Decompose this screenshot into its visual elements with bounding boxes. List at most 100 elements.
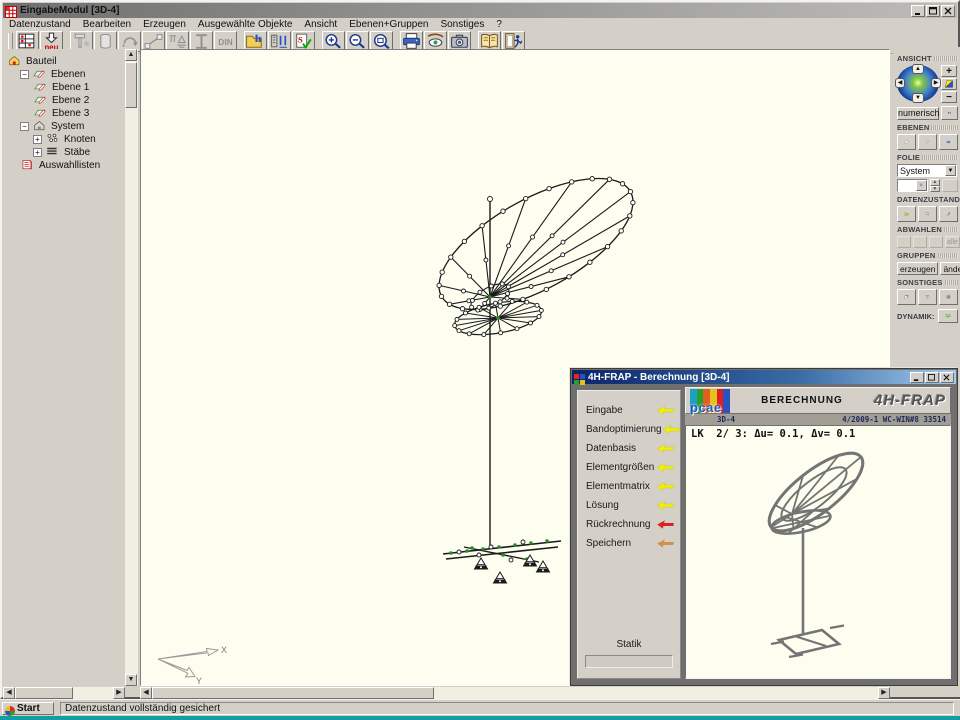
- contrast-button[interactable]: [941, 78, 957, 90]
- toolbar-grip[interactable]: [8, 33, 13, 51]
- folie-spinner[interactable]: ▲▼: [930, 179, 940, 192]
- canvas-horizontal-scrollbar[interactable]: ◀ ▶: [140, 687, 890, 699]
- brush-icon: [946, 208, 951, 220]
- menu-ansicht[interactable]: Ansicht: [298, 19, 343, 30]
- tree-item-label: Ebene 1: [52, 82, 89, 93]
- rotate-right-button[interactable]: ▶: [931, 78, 941, 88]
- minimize-button[interactable]: [911, 5, 925, 17]
- scroll-up-arrow[interactable]: ▲: [125, 49, 137, 61]
- load-state-button[interactable]: [897, 206, 916, 222]
- calc-step-rückrechnung: Rückrechnung: [578, 515, 680, 534]
- app-icon: [5, 5, 17, 17]
- tree-item-bauteil[interactable]: Bauteil: [3, 55, 125, 68]
- tree-panel: Bauteil − Ebenen Ebene 1Ebene 2Ebene 3−Syst…: [3, 49, 125, 686]
- version-strip: 3D-4 4/2009-1 WC-WIN#8 33514: [685, 414, 951, 425]
- expand-icon[interactable]: +: [33, 148, 42, 157]
- expand-icon[interactable]: +: [33, 135, 42, 144]
- clipboard-button[interactable]: [897, 289, 916, 305]
- zoom-minus-button[interactable]: −: [941, 91, 957, 103]
- liste-icon: [20, 159, 36, 172]
- rotate-down-button[interactable]: ▼: [912, 93, 924, 103]
- scroll-thumb[interactable]: [152, 687, 434, 699]
- dialog-titlebar[interactable]: 4H-FRAP - Berechnung [3D-4]: [572, 370, 956, 384]
- zoom-plus-button[interactable]: +: [941, 65, 957, 77]
- check-state-button[interactable]: [918, 206, 937, 222]
- calc-status-line: LK 2/ 3: Δu= 0.1, Δv= 0.1: [691, 428, 855, 440]
- rotate-left-button[interactable]: ◀: [895, 78, 905, 88]
- disk-icon: [948, 108, 951, 118]
- tree-horizontal-scrollbar[interactable]: ◀ ▶: [3, 687, 125, 699]
- scroll-down-arrow[interactable]: ▼: [125, 674, 137, 686]
- tree-item-label: Ebenen: [51, 69, 85, 80]
- menu-sonstiges[interactable]: Sonstiges: [434, 19, 490, 30]
- step-arrow-icon: [656, 443, 674, 454]
- scroll-left-arrow[interactable]: ◀: [3, 687, 15, 699]
- numbering-button[interactable]: 123: [939, 289, 958, 305]
- purge-state-button[interactable]: [939, 206, 958, 222]
- deselect-nodes-button: [897, 236, 911, 248]
- tree-item-knoten[interactable]: +Knoten: [3, 133, 125, 146]
- collapse-icon[interactable]: −: [20, 70, 29, 79]
- pcae-logo: pcae: [690, 389, 730, 413]
- display-options-button[interactable]: [918, 289, 937, 305]
- tree-item-ebene-3[interactable]: Ebene 3: [3, 107, 125, 120]
- step-arrow-icon: [656, 405, 674, 416]
- deselect-members-button: [913, 236, 927, 248]
- collapse-icon[interactable]: −: [20, 122, 29, 131]
- scroll-thumb[interactable]: [15, 687, 73, 699]
- window-title: EingabeModul [3D-4]: [20, 5, 908, 16]
- tree-item-auswahllisten[interactable]: Auswahllisten: [3, 159, 125, 172]
- menu-datenzustand[interactable]: Datenzustand: [3, 19, 77, 30]
- tree-item-system[interactable]: −System: [3, 120, 125, 133]
- menu-erzeugen[interactable]: Erzeugen: [137, 19, 192, 30]
- tree-item-ebene-2[interactable]: Ebene 2: [3, 94, 125, 107]
- step-label: Datenbasis: [586, 443, 656, 454]
- scroll-right-arrow[interactable]: ▶: [878, 687, 890, 699]
- svg-text:X: X: [221, 645, 227, 655]
- dynamik-button[interactable]: [938, 309, 959, 323]
- tree-item-ebenen[interactable]: − Ebenen: [3, 68, 125, 81]
- rotate-up-button[interactable]: ▲: [912, 64, 924, 74]
- structure-preview: [686, 426, 951, 666]
- menu-ebenen-gruppen[interactable]: Ebenen+Gruppen: [343, 19, 434, 30]
- numerisch-button[interactable]: numerisch: [897, 107, 939, 120]
- gruppen-ndern-button[interactable]: ändern: [940, 262, 960, 275]
- ebene-show-button[interactable]: [897, 134, 916, 150]
- gruppen-erzeugen-button[interactable]: erzeugen: [897, 262, 938, 275]
- plane-icon: [904, 136, 909, 148]
- maximize-button[interactable]: [926, 5, 940, 17]
- save-view-button[interactable]: [941, 106, 958, 120]
- view-rotate-sphere[interactable]: ▲ ▼ ◀ ▶: [897, 65, 939, 102]
- scroll-right-arrow[interactable]: ▶: [113, 687, 125, 699]
- ebene-next-button[interactable]: [939, 134, 958, 150]
- calc-step-bandoptimierung: Bandoptimierung: [578, 420, 680, 439]
- layer-icon: [33, 94, 49, 107]
- menu-ausgew-hlte-objekte[interactable]: Ausgewählte Objekte: [192, 19, 299, 30]
- staebe-icon: [45, 146, 61, 159]
- start-button[interactable]: Start: [2, 702, 54, 715]
- scroll-thumb[interactable]: [125, 62, 137, 108]
- close-button[interactable]: [941, 5, 955, 17]
- house-icon: [7, 55, 23, 68]
- pencil-icon: [925, 136, 930, 148]
- svg-text:Y: Y: [196, 676, 202, 685]
- scroll-left-arrow[interactable]: ◀: [140, 687, 152, 699]
- folie-select[interactable]: System ▼: [897, 164, 957, 177]
- section-datenzustand: DATENZUSTAND: [897, 195, 960, 204]
- menu-bearbeiten[interactable]: Bearbeiten: [77, 19, 137, 30]
- dialog-close-button[interactable]: [940, 372, 954, 383]
- frap-logo: 4H-FRAP: [874, 392, 946, 409]
- dialog-minimize-button[interactable]: [910, 372, 924, 383]
- arrow-right-icon: [946, 136, 951, 148]
- ebene-edit-button[interactable]: [918, 134, 937, 150]
- dialog-maximize-button[interactable]: [925, 372, 939, 383]
- chevron-down-icon[interactable]: ▼: [945, 165, 956, 176]
- menu-?[interactable]: ?: [490, 19, 508, 30]
- tree-vertical-scrollbar[interactable]: ▲ ▼: [125, 49, 138, 686]
- main-titlebar[interactable]: EingabeModul [3D-4]: [3, 3, 957, 18]
- deselect-columns-button: [929, 236, 943, 248]
- tree-item-label: Ebene 3: [52, 108, 89, 119]
- tree-item-stäbe[interactable]: +Stäbe: [3, 146, 125, 159]
- tree-item-ebene-1[interactable]: Ebene 1: [3, 81, 125, 94]
- section-ansicht: ANSICHT: [897, 54, 932, 63]
